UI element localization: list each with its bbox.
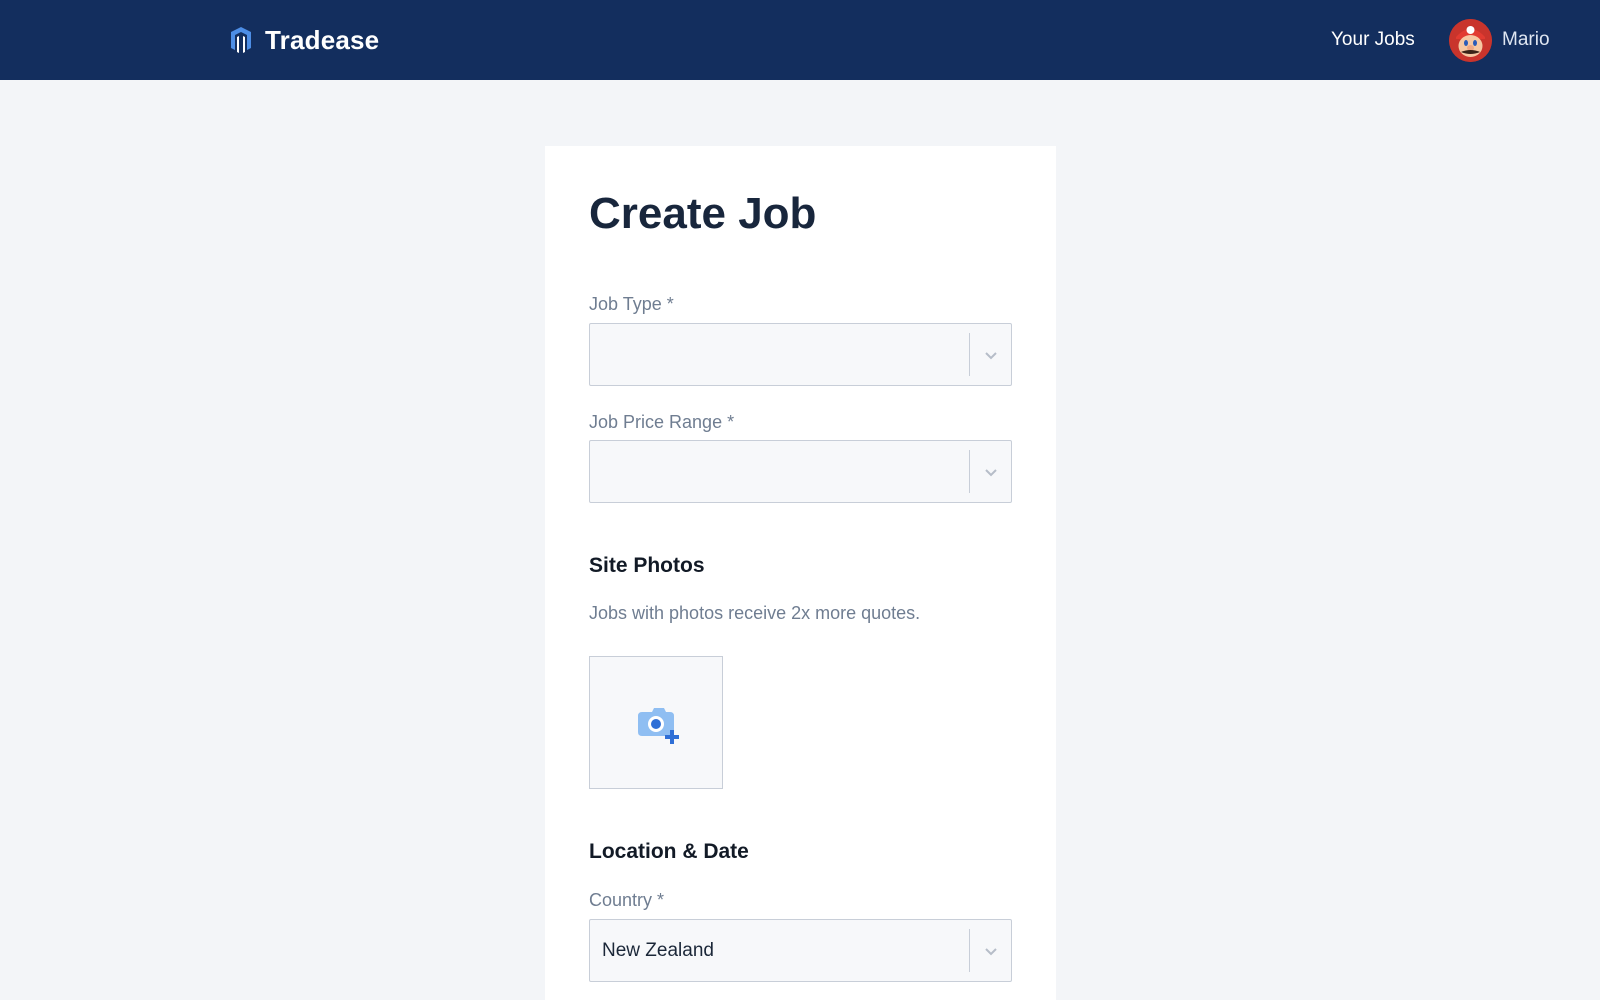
page-title: Create Job [589,189,817,238]
job-type-select[interactable] [589,323,1012,386]
country-value: New Zealand [602,940,714,961]
chevron-down-icon[interactable] [984,465,998,479]
site-photos-heading: Site Photos [589,554,705,577]
camera-add-icon [638,708,679,744]
your-jobs-link[interactable]: Your Jobs [1331,28,1415,52]
add-photo-button[interactable] [589,656,723,789]
user-menu[interactable]: Mario [1449,18,1550,62]
country-label: Country * [589,890,665,910]
top-navbar: Tradease Your Jobs Mario [0,0,1600,80]
job-price-range-label: Job Price Range * [589,412,735,432]
chevron-down-icon[interactable] [984,348,998,362]
avatar [1449,18,1492,62]
brand-name: Tradease [265,24,380,55]
user-name: Mario [1502,29,1550,50]
select-divider [969,450,970,493]
location-date-heading: Location & Date [589,840,749,863]
site-photos-hint: Jobs with photos receive 2x more quotes. [589,603,921,623]
tradease-logo-icon [231,27,251,53]
brand-home-link[interactable]: Tradease [229,22,379,58]
create-job-form: Create Job Job Type * Job Price Range * … [545,146,1056,1000]
select-divider [969,333,970,376]
job-type-label: Job Type * [589,294,674,314]
country-select[interactable]: New Zealand [589,919,1012,982]
select-divider [969,929,970,972]
job-price-range-select[interactable] [589,440,1012,503]
chevron-down-icon[interactable] [984,944,998,958]
